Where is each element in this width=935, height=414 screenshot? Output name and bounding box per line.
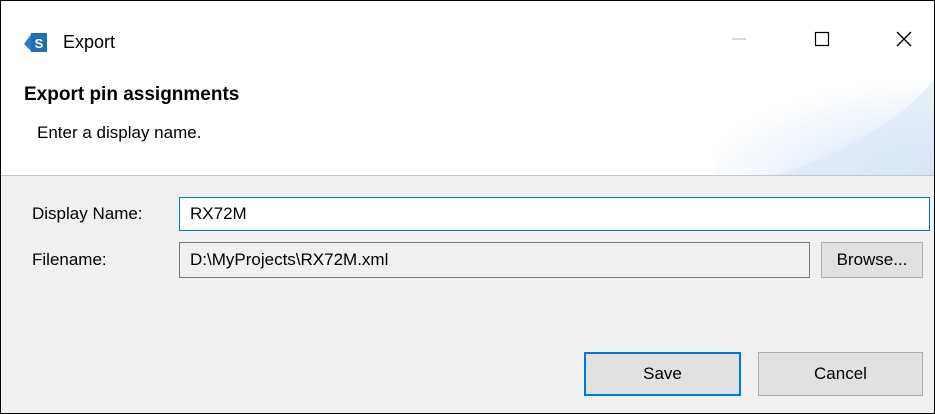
display-name-label: Display Name: [32,204,143,223]
banner-title: Export pin assignments [24,84,240,105]
app-s-icon: S [22,30,48,54]
banner-description: Enter a display name. [37,123,202,142]
svg-text:S: S [35,36,44,51]
minimize-icon [729,29,749,54]
maximize-button[interactable] [792,19,852,63]
browse-button[interactable]: Browse... [821,242,923,278]
banner-decoration [714,79,934,175]
save-button[interactable]: Save [584,352,741,396]
title-bar[interactable]: S Export [1,1,934,79]
window-title: Export [63,32,116,52]
close-button[interactable] [874,19,934,63]
filename-label: Filename: [32,250,107,269]
wizard-banner: Export pin assignments Enter a display n… [1,79,934,175]
display-name-input[interactable] [179,197,930,231]
export-dialog: S Export Export pin assignments Enter a … [0,0,935,414]
maximize-icon [812,29,832,54]
minimize-button[interactable] [709,19,769,63]
close-icon [894,29,914,54]
cancel-button[interactable]: Cancel [758,352,923,396]
filename-field[interactable] [179,242,810,278]
banner-divider [1,175,934,176]
